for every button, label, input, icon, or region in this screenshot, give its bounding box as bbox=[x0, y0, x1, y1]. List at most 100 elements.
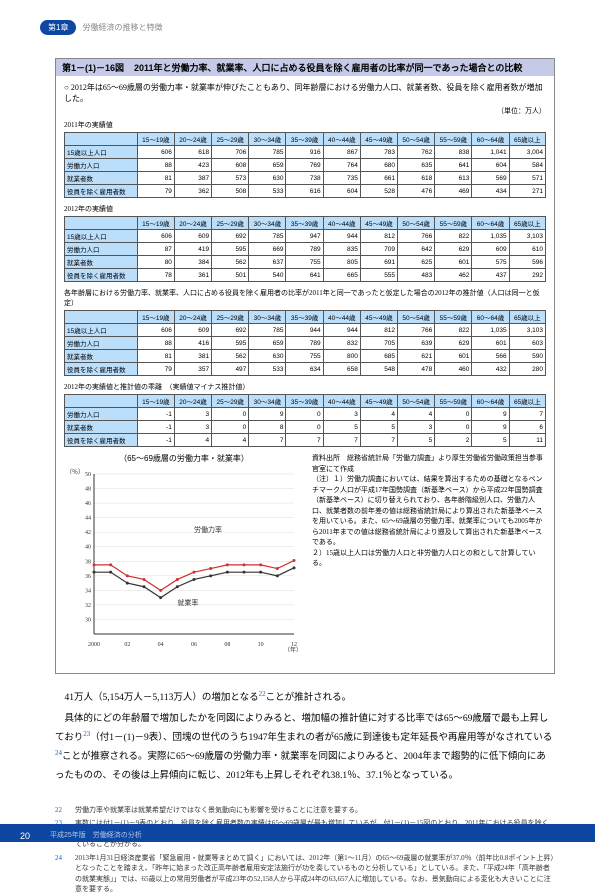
chart-note-1: （注）１）労働力調査においては、結果を算出するための基礎となるベンチマーク人口が… bbox=[312, 474, 546, 548]
data-table: 15～19歳20～24歳25～29歳30～34歳35～39歳40～44歳45～4… bbox=[64, 394, 546, 447]
svg-text:30: 30 bbox=[85, 617, 91, 623]
col-header: 45～49歳 bbox=[360, 133, 397, 146]
table-caption: 2011年の実績値 bbox=[64, 120, 546, 130]
svg-text:06: 06 bbox=[191, 642, 197, 648]
figure-unit-note: （単位：万人） bbox=[64, 106, 546, 116]
col-header: 30～34歳 bbox=[249, 217, 286, 230]
footnotes: 22 労働力率や就業率は就業希望だけではなく景気動向にも影響を受けることに注意を要… bbox=[55, 805, 555, 895]
figure-header: 第1－(1)－16図 2011年と労働力率、就業率、人口に占める役員を除く雇用者… bbox=[56, 59, 554, 76]
svg-text:2000: 2000 bbox=[88, 642, 100, 648]
footnote-number: 22 bbox=[55, 805, 69, 816]
footnote-number: 24 bbox=[55, 853, 69, 895]
col-header: 15～19歳 bbox=[137, 217, 174, 230]
figure-number: 第1－(1)－16図 bbox=[62, 61, 124, 74]
figure-subtitle: ○ 2012年は65～69歳層の労働力率・就業率が伸びたこともあり、同年齢層にお… bbox=[64, 82, 546, 104]
col-header: 40～44歳 bbox=[323, 395, 360, 408]
table-caption: 2012年の実績値 bbox=[64, 204, 546, 214]
col-header: 15～19歳 bbox=[137, 395, 174, 408]
table-row: 労働力人口87419595669789835709642629609610 bbox=[65, 243, 546, 256]
col-header: 35～39歳 bbox=[286, 217, 323, 230]
col-header: 60～64歳 bbox=[472, 395, 509, 408]
table-row: 就業者数81381562630755800685621601566590 bbox=[65, 350, 546, 363]
col-header: 40～44歳 bbox=[323, 311, 360, 324]
col-header: 65歳以上 bbox=[509, 311, 545, 324]
svg-text:10: 10 bbox=[258, 642, 264, 648]
col-header: 15～19歳 bbox=[137, 311, 174, 324]
col-header: 25～29歳 bbox=[212, 217, 249, 230]
col-header: 30～34歳 bbox=[249, 395, 286, 408]
col-header: 65歳以上 bbox=[509, 133, 545, 146]
col-header: 45～49歳 bbox=[360, 217, 397, 230]
table-row: 就業者数81387573630738735661618613569571 bbox=[65, 172, 546, 185]
svg-text:04: 04 bbox=[158, 642, 164, 648]
chart-notes: 資料出所 総務省統計局「労働力調査」より厚生労働省労働政策担当参事官室にて作成 … bbox=[312, 453, 546, 663]
table-row: 労働力人口-13090344097 bbox=[65, 408, 546, 421]
body-text: 41万人（5,154万人－5,113万人）の増加となる22ことが推計される。 具… bbox=[55, 688, 555, 785]
footnote: 242013年1月31日経済産業省「緊急雇用・就業等まとめて調く」においては、2… bbox=[55, 853, 555, 895]
col-header: 40～44歳 bbox=[323, 217, 360, 230]
col-header: 65歳以上 bbox=[509, 217, 545, 230]
table-caption: 各年齢層における労働力率、就業率、人口に占める役員を除く雇用者の比率が2011年… bbox=[64, 288, 546, 308]
svg-text:就業率: 就業率 bbox=[177, 598, 198, 607]
col-header: 55～59歳 bbox=[435, 311, 472, 324]
svg-text:44: 44 bbox=[85, 516, 91, 522]
footnote-ref-22: 22 bbox=[259, 690, 266, 698]
svg-text:労働力率: 労働力率 bbox=[194, 525, 222, 534]
svg-text:42: 42 bbox=[85, 530, 91, 536]
col-header: 35～39歳 bbox=[286, 395, 323, 408]
col-header: 40～44歳 bbox=[323, 133, 360, 146]
figure-title: 2011年と労働力率、就業率、人口に占める役員を除く雇用者の比率が同一であった場… bbox=[134, 61, 522, 74]
col-header: 50～54歳 bbox=[398, 395, 435, 408]
table-row: 労働力人口88416595659789832705639629601603 bbox=[65, 337, 546, 350]
chart-title: （65～69歳層の労働力率・就業率） bbox=[64, 453, 304, 464]
svg-text:50: 50 bbox=[85, 472, 91, 478]
table-row: 役員を除く雇用者数7936250853361660452847646943427… bbox=[65, 185, 546, 198]
svg-text:40: 40 bbox=[85, 545, 91, 551]
footnote-ref-24: 24 bbox=[55, 749, 62, 757]
col-header: 15～19歳 bbox=[137, 133, 174, 146]
chart-section: （65～69歳層の労働力率・就業率） 303234363840424446485… bbox=[64, 453, 546, 663]
footer-text: 平成25年版 労働経済の分析 bbox=[50, 830, 142, 840]
col-header: 25～29歳 bbox=[212, 133, 249, 146]
table-row: 就業者数80384562637755805691625601575596 bbox=[65, 256, 546, 269]
table-row: 役員を除く雇用者数-144777752511 bbox=[65, 434, 546, 447]
col-header: 65歳以上 bbox=[509, 395, 545, 408]
col-header: 60～64歳 bbox=[472, 311, 509, 324]
table-row: 15歳以上人口6066096927859479448127668221,0353… bbox=[65, 230, 546, 243]
col-header: 30～34歳 bbox=[249, 133, 286, 146]
page: 第1章 労働経済の推移と特徴 第1－(1)－16図 2011年と労働力率、就業率… bbox=[0, 0, 595, 842]
svg-text:（年）: （年） bbox=[284, 646, 302, 654]
col-header: 55～59歳 bbox=[435, 395, 472, 408]
paragraph-2: 具体的にどの年齢層で増加したかを同図によりみると、増加幅の推計値に対する比率では… bbox=[55, 710, 555, 785]
chart-area: （65～69歳層の労働力率・就業率） 303234363840424446485… bbox=[64, 453, 304, 663]
svg-text:36: 36 bbox=[85, 574, 91, 580]
chapter-badge: 第1章 bbox=[40, 20, 76, 35]
table-row: 役員を除く雇用者数7836150154064166555548346243729… bbox=[65, 269, 546, 282]
col-header: 50～54歳 bbox=[398, 217, 435, 230]
col-header: 20～24歳 bbox=[174, 395, 211, 408]
table-row: 役員を除く雇用者数7935749753363465854847846043228… bbox=[65, 363, 546, 376]
footnote-text: 労働力率や就業率は就業希望だけではなく景気動向にも影響を受けることに注意を要する… bbox=[75, 805, 555, 816]
svg-text:（％）: （％） bbox=[66, 469, 84, 476]
col-header: 45～49歳 bbox=[360, 395, 397, 408]
svg-text:34: 34 bbox=[85, 588, 91, 594]
data-table: 15～19歳20～24歳25～29歳30～34歳35～39歳40～44歳45～4… bbox=[64, 132, 546, 198]
col-header: 55～59歳 bbox=[435, 133, 472, 146]
col-header: 35～39歳 bbox=[286, 133, 323, 146]
col-header: 20～24歳 bbox=[174, 133, 211, 146]
paragraph-1: 41万人（5,154万人－5,113万人）の増加となる22ことが推計される。 bbox=[55, 688, 555, 707]
col-header: 60～64歳 bbox=[472, 133, 509, 146]
col-header: 35～39歳 bbox=[286, 311, 323, 324]
table-row: 15歳以上人口6066096927859449448127668221,0353… bbox=[65, 324, 546, 337]
tables: 2011年の実績値15～19歳20～24歳25～29歳30～34歳35～39歳4… bbox=[64, 120, 546, 447]
chapter-title: 労働経済の推移と特徴 bbox=[82, 23, 162, 32]
svg-text:02: 02 bbox=[124, 642, 130, 648]
data-table: 15～19歳20～24歳25～29歳30～34歳35～39歳40～44歳45～4… bbox=[64, 310, 546, 376]
svg-text:46: 46 bbox=[85, 501, 91, 507]
col-header: 20～24歳 bbox=[174, 217, 211, 230]
col-header: 55～59歳 bbox=[435, 217, 472, 230]
footnote-text: 2013年1月31日経済産業省「緊急雇用・就業等まとめて調く」においては、201… bbox=[75, 853, 555, 895]
col-header: 20～24歳 bbox=[174, 311, 211, 324]
svg-text:38: 38 bbox=[85, 559, 91, 565]
table-row: 就業者数-13080553096 bbox=[65, 421, 546, 434]
